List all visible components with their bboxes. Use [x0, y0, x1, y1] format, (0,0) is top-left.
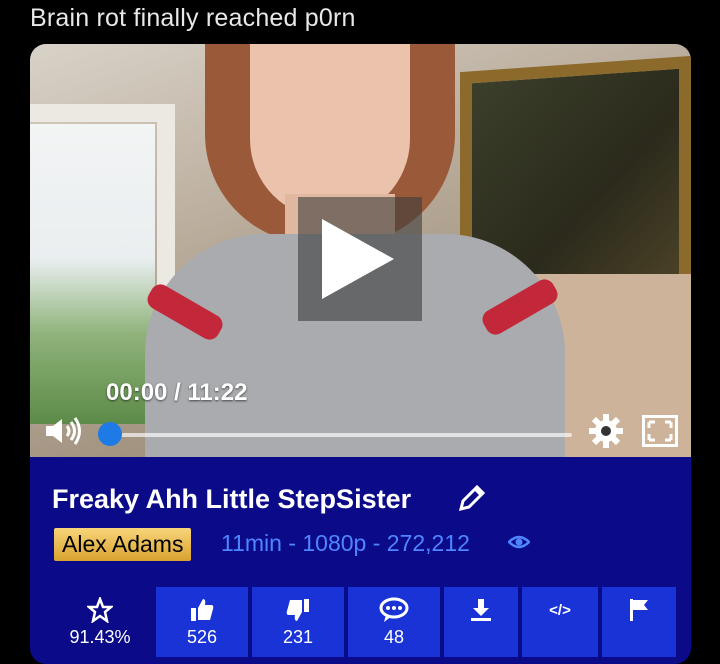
eye-icon	[508, 535, 530, 549]
svg-text:</>: </>	[549, 602, 571, 619]
fullscreen-icon[interactable]	[642, 415, 678, 447]
action-bar: 91.43% 526 231 48 </>	[30, 587, 691, 664]
video-player[interactable]: 00:00 / 11:22	[30, 44, 691, 457]
dislike-button[interactable]: 231	[252, 587, 344, 657]
comments-button[interactable]: 48	[348, 587, 440, 657]
thumbs-up-icon	[191, 599, 214, 621]
seek-handle[interactable]	[98, 422, 122, 446]
dislike-count: 231	[282, 627, 314, 647]
video-card: 00:00 / 11:22 Freaky Ahh Little StepSist…	[30, 44, 691, 664]
post-title: Brain rot finally reached p0rn	[30, 4, 356, 32]
person-face	[250, 44, 410, 219]
comment-icon	[379, 597, 409, 622]
seek-bar[interactable]	[104, 433, 572, 437]
like-count: 526	[186, 627, 218, 647]
comment-count: 48	[383, 627, 405, 647]
time-display: 00:00 / 11:22	[106, 379, 248, 406]
author-badge[interactable]: Alex Adams	[54, 528, 192, 561]
rating-button[interactable]: 91.43%	[50, 587, 150, 657]
gear-icon[interactable]	[589, 414, 623, 448]
download-button[interactable]	[444, 587, 518, 657]
thumbs-down-icon	[286, 599, 309, 621]
star-icon	[87, 597, 113, 623]
pencil-icon[interactable]	[457, 483, 487, 513]
video-title[interactable]: Freaky Ahh Little StepSister	[52, 484, 411, 515]
flag-icon	[630, 599, 648, 621]
video-info: Freaky Ahh Little StepSister Alex Adams …	[30, 457, 691, 587]
video-meta: 11min - 1080p - 272,212	[221, 530, 470, 556]
code-icon: </>	[549, 602, 571, 619]
rating-value: 91.43%	[69, 627, 131, 647]
like-button[interactable]: 526	[156, 587, 248, 657]
embed-button[interactable]: </>	[522, 587, 598, 657]
volume-icon[interactable]	[44, 416, 84, 446]
play-icon[interactable]	[322, 219, 394, 299]
flag-button[interactable]	[602, 587, 676, 657]
download-icon	[471, 599, 491, 621]
